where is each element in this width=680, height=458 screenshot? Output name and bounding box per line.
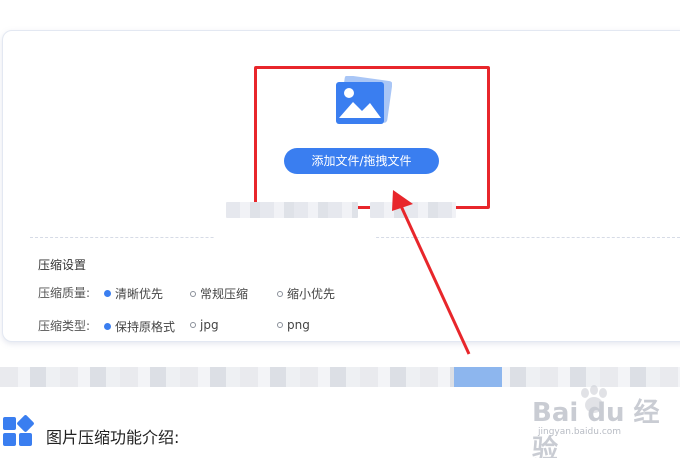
- watermark-brand: Bai du 经验: [532, 398, 660, 458]
- apps-grid-icon: [3, 415, 34, 446]
- blurred-link: [454, 367, 502, 387]
- watermark-url: jingyan.baidu.com: [538, 427, 622, 437]
- section-title: 图片压缩功能介绍:: [46, 428, 180, 447]
- page: 添加文件/拖拽文件 压缩设置 压缩质量: 清晰优先 常规压缩 缩小优先 压缩类型…: [0, 0, 680, 458]
